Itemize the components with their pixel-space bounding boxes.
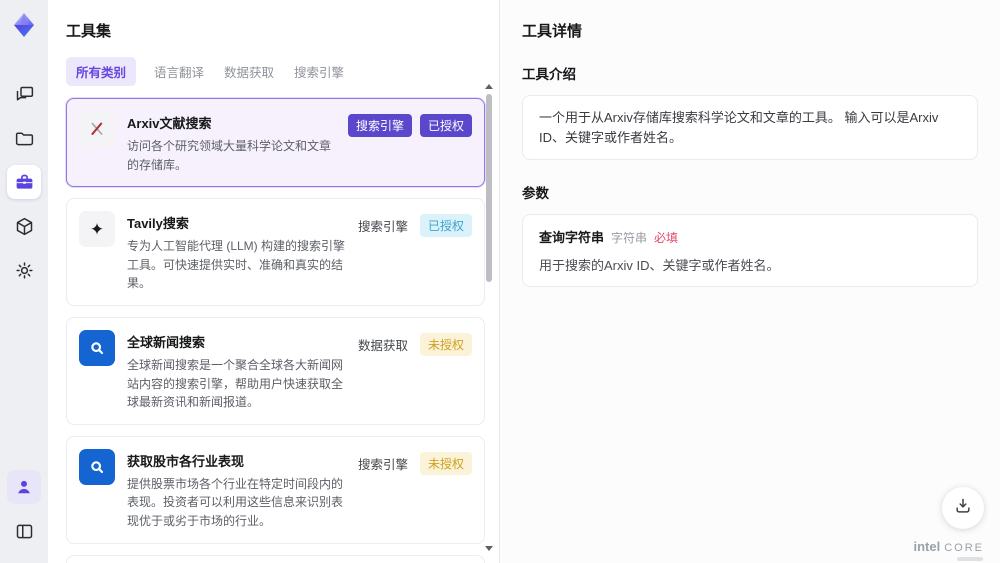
sidebar-item-panel-toggle[interactable] [7,514,41,548]
tool-name: Arxiv文献搜索 [127,116,212,131]
app-window: 工具集 所有类别 语言翻译 数据获取 搜索引擎 Arxiv文献搜索 访问各个研究… [0,0,1000,563]
tool-name: 获取股市各行业表现 [127,453,245,469]
scroll-up-icon[interactable] [485,84,493,89]
tab-data-fetch[interactable]: 数据获取 [222,57,276,86]
scroll-down-icon[interactable] [485,546,493,551]
arxiv-x-icon [79,111,115,147]
download-button[interactable] [942,487,984,529]
category-label: 搜索引擎 [357,457,408,472]
scrollbar-thumb[interactable] [486,94,492,282]
params-heading: 参数 [522,186,549,201]
auth-badge: 已授权 [419,114,472,137]
tab-search-engine[interactable]: 搜索引擎 [292,57,346,86]
sidebar-item-folder[interactable] [7,121,41,155]
tool-card-active-stocks[interactable]: 获取市场最活跃股票信息 提供当天交易量最高的股票列表，投资者可以利用这些信息来识… [66,554,485,563]
sidebar-bottom [7,465,41,553]
tool-name: Tavily搜索 [127,216,189,232]
sidebar-item-settings[interactable] [7,253,41,287]
sidebar [0,0,48,563]
list-scrollbar[interactable] [484,84,494,557]
cube-icon [14,216,35,237]
param-description: 用于搜索的Arxiv ID、关键字或作者姓名。 [539,258,780,273]
category-label: 数据获取 [357,338,408,353]
intro-heading: 工具介绍 [522,67,576,82]
briefcase-icon [14,172,35,193]
tool-card-global-news[interactable]: 全球新闻搜索 全球新闻搜索是一个聚合全球各大新闻网站内容的搜索引擎，帮助用户快速… [66,316,485,425]
category-badge: 搜索引擎 [347,114,412,137]
tab-language-translation[interactable]: 语言翻译 [152,57,206,86]
sidebar-item-account[interactable] [7,470,41,504]
chat-icon [14,84,35,105]
sidebar-item-toolbox[interactable] [7,165,41,199]
tool-card-arxiv[interactable]: Arxiv文献搜索 访问各个研究领域大量科学论文和文章的存储库。 搜索引擎 已授… [66,98,485,188]
param-type: 字符串 [611,231,648,245]
tool-description: 访问各个研究领域大量科学论文和文章的存储库。 [127,139,332,172]
tool-card-tavily[interactable]: ✦ Tavily搜索 专为人工智能代理 (LLM) 构建的搜索引擎工具。可快速提… [66,198,485,306]
tool-card-sector-performance[interactable]: 获取股市各行业表现 提供股票市场各个行业在特定时间段内的表现。投资者可以利用这些… [66,435,485,544]
tool-details-panel: 工具详情 工具介绍 一个用于从Arxiv存储库搜索科学论文和文章的工具。 输入可… [500,0,1000,563]
tool-description: 全球新闻搜索是一个聚合全球各大新闻网站内容的搜索引擎，帮助用户快速获取全球最新资… [127,357,344,410]
app-logo [7,8,41,42]
intro-box: 一个用于从Arxiv存储库搜索科学论文和文章的工具。 输入可以是Arxiv ID… [522,95,978,160]
sidebar-item-chat[interactable] [7,77,41,111]
tool-cards: Arxiv文献搜索 访问各个研究领域大量科学论文和文章的存储库。 搜索引擎 已授… [66,98,485,563]
panel-toggle-icon [14,521,35,542]
param-box: 查询字符串 字符串 必填 用于搜索的Arxiv ID、关键字或作者姓名。 [522,214,978,287]
four-point-star-icon: ✦ [79,211,115,248]
blue-search-icon [79,448,115,485]
tab-all-categories[interactable]: 所有类别 [66,57,137,86]
auth-badge: 未授权 [419,451,472,475]
category-label: 搜索引擎 [357,220,408,235]
download-icon [953,496,973,521]
gear-icon [14,260,35,281]
intel-core-logo: intel CORE [913,539,984,554]
param-name: 查询字符串 [539,230,605,245]
auth-badge: 未授权 [419,332,472,356]
folder-icon [14,128,35,149]
tool-description: 提供股票市场各个行业在特定时间段内的表现。投资者可以利用这些信息来识别表现优于或… [127,476,344,528]
blue-search-icon [79,329,115,366]
user-icon [14,477,34,497]
tool-name: 全球新闻搜索 [127,334,206,350]
tool-list-panel: 工具集 所有类别 语言翻译 数据获取 搜索引擎 Arxiv文献搜索 访问各个研究… [48,0,500,563]
page-title: 工具集 [66,23,112,40]
auth-badge: 已授权 [419,214,472,238]
param-required-flag: 必填 [654,231,679,245]
diamond-logo-icon [14,13,34,37]
category-tabs: 所有类别 语言翻译 数据获取 搜索引擎 [66,57,483,86]
intel-core-logo-sub [957,557,983,561]
tool-description: 专为人工智能代理 (LLM) 构建的搜索引擎工具。可快速提供实时、准确和真实的结… [127,239,346,291]
intro-text: 一个用于从Arxiv存储库搜索科学论文和文章的工具。 输入可以是Arxiv ID… [539,110,939,145]
sidebar-item-package[interactable] [7,209,41,243]
details-title: 工具详情 [522,23,583,40]
sidebar-nav [7,72,41,292]
